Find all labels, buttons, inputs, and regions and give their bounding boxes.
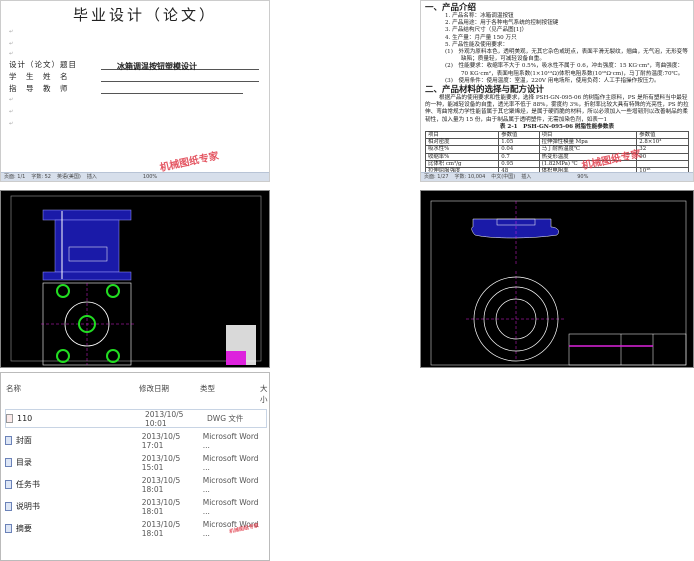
table-row: 吸水性% 0.04 马丁耐热温度℃ 32 xyxy=(424,145,689,154)
table-cell: 比体积 cm³/g xyxy=(424,159,500,169)
table-cell: 吸水性% xyxy=(424,145,500,154)
file-date: 2013/10/5 18:01 xyxy=(141,519,181,538)
part-drawing xyxy=(420,190,694,368)
table-cell: 0.95 xyxy=(498,159,540,169)
column-header-size[interactable]: 大小 xyxy=(260,383,269,405)
file-explorer: 名称 修改日期 类型 大小 110 2013/10/5 10:01 DWG 文件封面… xyxy=(0,372,270,561)
paragraph-mark: ↵ xyxy=(9,97,14,103)
top-plate xyxy=(42,209,132,221)
table-cell: 0.04 xyxy=(498,145,540,154)
paragraph-mark: ↵ xyxy=(9,109,14,115)
table-cell: 收缩率% xyxy=(424,152,500,161)
file-row[interactable]: 任务书 2013/10/5 18:01 Microsoft Word ... xyxy=(5,475,267,494)
file-date: 2013/10/5 17:01 xyxy=(141,431,181,450)
file-type: Microsoft Word ... xyxy=(202,453,259,472)
paragraph-mark: ↵ xyxy=(9,121,14,127)
file-row[interactable]: 110 2013/10/5 10:01 DWG 文件 xyxy=(5,409,267,428)
guide-bush xyxy=(56,284,70,298)
cover-document-window: 毕业设计（论文） ↵ ↵ ↵ 设计（论文）题目 冰箱调温按钮塑模设计 学 生 姓 … xyxy=(0,0,270,182)
mold-assembly-drawing xyxy=(0,190,270,368)
file-type: Microsoft Word ... xyxy=(202,431,259,450)
table-row: 比体积 cm³/g 0.95 (1.82MPa) ℃ xyxy=(424,159,689,169)
file-name: 封面 xyxy=(15,436,32,445)
paragraph-mark: ↵ xyxy=(9,41,14,47)
zoom-level[interactable]: 90% xyxy=(577,173,588,181)
guide-bush xyxy=(106,284,120,298)
table-row: 相对密度 1.05 拉伸弹性模量 Mpa 2.8×10³ xyxy=(424,138,689,147)
bottom-plate xyxy=(42,271,132,281)
section-heading: 一、产品介绍 xyxy=(425,3,477,13)
table-cell: 2.8×10³ xyxy=(636,138,689,147)
file-date: 2013/10/5 18:01 xyxy=(141,475,181,494)
table-row: 项目 参数值 项目 参数值 xyxy=(424,131,689,140)
file-type: Microsoft Word ... xyxy=(202,497,259,516)
column-header-type[interactable]: 类型 xyxy=(200,383,215,394)
watermark: 机械图纸专家 xyxy=(158,150,220,175)
table-caption: 表 2-1 PSH-GN-095-06 树脂性能参数表 xyxy=(499,123,615,130)
file-row[interactable]: 封面 2013/10/5 17:01 Microsoft Word ... xyxy=(5,431,267,450)
guide-bush xyxy=(56,349,70,363)
file-row[interactable]: 说明书 2013/10/5 18:01 Microsoft Word ... xyxy=(5,497,267,516)
cover-title: 毕业设计（论文） xyxy=(73,6,218,24)
word-file-icon xyxy=(5,480,12,489)
paragraph-mark: ↵ xyxy=(9,29,14,35)
cad-canvas xyxy=(430,200,687,366)
part-section xyxy=(471,218,559,239)
table-cell: 参数值 xyxy=(636,131,689,140)
mold-body xyxy=(54,219,120,273)
table-cell: 0.7 xyxy=(498,152,540,161)
dwg-file-icon xyxy=(6,414,13,423)
section-heading: 二、产品材料的选择与配方设计 xyxy=(425,85,545,96)
table-cell: 拉伸弹性模量 Mpa xyxy=(538,138,638,147)
file-name: 说明书 xyxy=(15,502,40,511)
status-bar: 页面: 1/27 字数: 10,004 中文(中国) 插入 90% xyxy=(421,172,693,181)
table-cell xyxy=(636,159,689,169)
thesis-title-field[interactable]: 设计（论文）题目 冰箱调温按钮塑模设计 xyxy=(9,59,259,71)
spec-document-window: 一、产品介绍 1. 产品名称：冰箱调温按钮 2. 产品用途：用于各种电气系统的控… xyxy=(420,0,694,182)
word-file-icon xyxy=(5,436,12,445)
drawing-frame xyxy=(430,200,687,366)
table-cell: 项目 xyxy=(538,131,638,140)
column-header-name[interactable]: 名称 xyxy=(6,383,21,394)
table-cell: 90 xyxy=(636,152,689,161)
advisor-field[interactable]: 指 导 教 师 xyxy=(9,83,243,94)
student-name-field[interactable]: 学 生 姓 名 xyxy=(9,71,259,82)
title-block xyxy=(568,333,687,366)
word-file-icon xyxy=(5,502,12,511)
table-cell: 相对密度 xyxy=(424,138,500,147)
file-date: 2013/10/5 15:01 xyxy=(141,453,181,472)
file-name: 摘要 xyxy=(15,524,32,533)
paragraph-mark: ↵ xyxy=(9,51,14,57)
file-date: 2013/10/5 18:01 xyxy=(141,497,181,516)
file-name: 110 xyxy=(17,414,33,423)
file-name: 目录 xyxy=(15,458,32,467)
word-file-icon xyxy=(5,458,12,467)
guide-bush xyxy=(106,349,120,363)
file-type: DWG 文件 xyxy=(207,414,244,423)
file-row[interactable]: 目录 2013/10/5 15:01 Microsoft Word ... xyxy=(5,453,267,472)
cad-canvas xyxy=(10,195,262,366)
status-bar: 页面: 1/1 字数: 52 英语(美国) 插入 100% xyxy=(1,172,269,181)
table-cell: 项目 xyxy=(424,131,500,140)
file-name: 任务书 xyxy=(15,480,40,489)
file-date: 2013/10/5 10:01 xyxy=(145,409,184,428)
zoom-level[interactable]: 100% xyxy=(143,173,157,181)
table-cell: 1.05 xyxy=(498,138,540,147)
table-cell: 参数值 xyxy=(498,131,540,140)
resin-properties-table: 项目 参数值 项目 参数值 相对密度 1.05 拉伸弹性模量 Mpa 2.8×10³ 吸水性% 0… xyxy=(424,131,689,176)
column-header-date[interactable]: 修改日期 xyxy=(139,383,169,394)
file-type: Microsoft Word ... xyxy=(202,475,259,494)
table-cell: 32 xyxy=(636,145,689,154)
word-file-icon xyxy=(5,524,12,533)
table-row: 收缩率% 0.7 热变形温度 90 xyxy=(424,152,689,161)
title-block-stamp xyxy=(226,351,246,365)
